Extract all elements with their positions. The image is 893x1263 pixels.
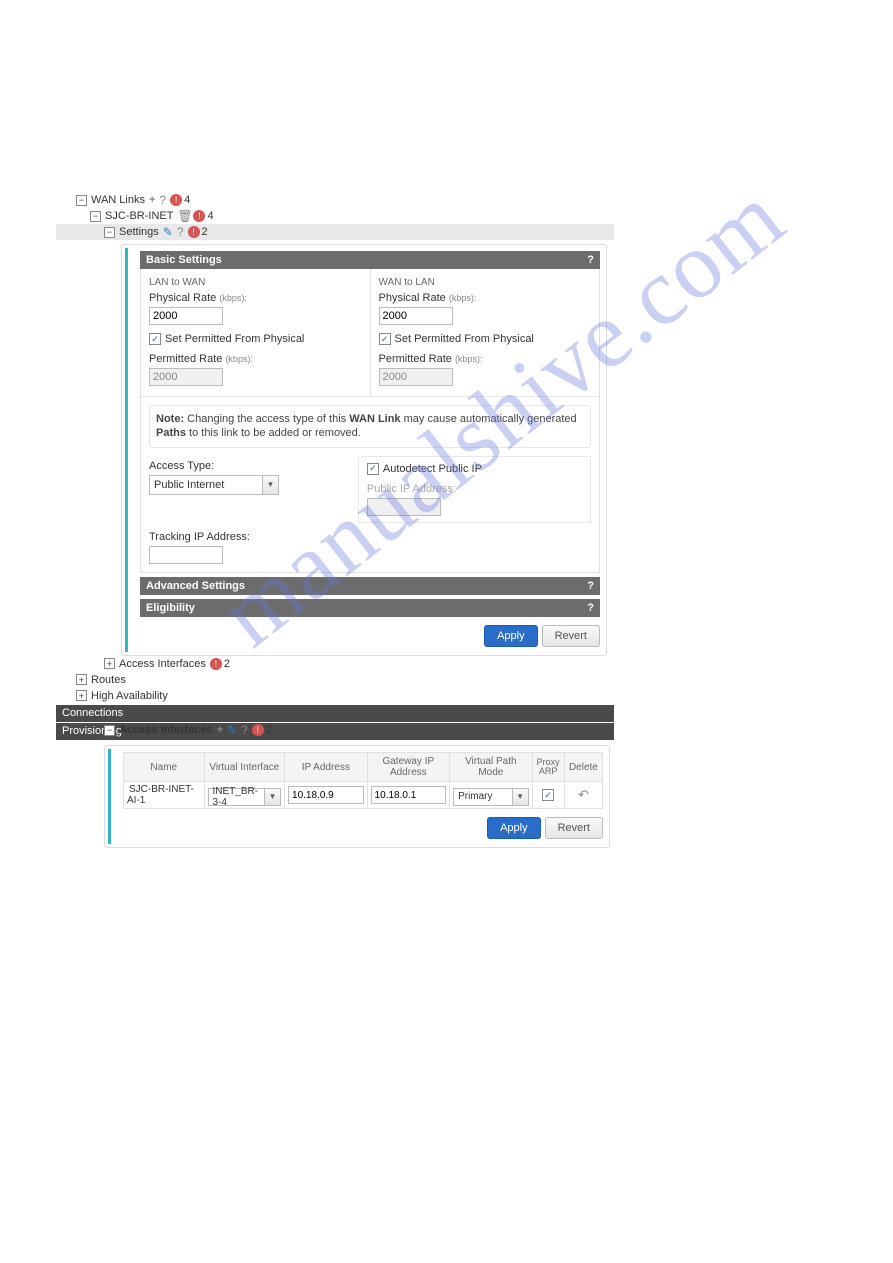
ha-label[interactable]: High Availability xyxy=(91,690,168,702)
ai-apply-button[interactable]: Apply xyxy=(487,817,541,839)
chevron-down-icon[interactable]: ▾ xyxy=(264,789,280,805)
wan-links-toggle[interactable]: − xyxy=(76,195,87,206)
help-icon[interactable]: ? xyxy=(587,254,594,266)
autodetect-public-ip-label: Autodetect Public IP xyxy=(383,463,482,475)
basic-settings-header[interactable]: Basic Settings ? xyxy=(140,251,600,269)
delete-icon[interactable]: 🗑 xyxy=(177,209,189,223)
error-badge-icon: ! xyxy=(188,226,200,238)
col-name: Name xyxy=(124,753,205,782)
error-count: 2 xyxy=(266,724,272,736)
row-vint-value: INET_BR-3-4 xyxy=(209,786,265,808)
access-interfaces-toggle[interactable]: + xyxy=(104,658,115,669)
col-vpm: Virtual Path Mode xyxy=(450,753,533,782)
row-name: SJC-BR-INET-AI-1 xyxy=(127,784,194,806)
public-ip-input xyxy=(367,498,441,516)
table-row: SJC-BR-INET-AI-1 INET_BR-3-4 ▾ Primary ▾ xyxy=(124,782,603,809)
col-proxy: Proxy ARP xyxy=(532,753,564,782)
access-interfaces-label[interactable]: Access Interfaces xyxy=(119,658,206,670)
sjc-label[interactable]: SJC-BR-INET xyxy=(105,210,173,222)
help-icon[interactable]: ? xyxy=(241,723,248,737)
col-delete: Delete xyxy=(564,753,602,782)
tracking-ip-input[interactable] xyxy=(149,546,223,564)
access-type-label: Access Type: xyxy=(149,460,348,472)
row-vint-select[interactable]: INET_BR-3-4 ▾ xyxy=(208,788,282,806)
undo-icon[interactable]: ↶ xyxy=(568,787,599,803)
routes-label[interactable]: Routes xyxy=(91,674,126,686)
error-count: 4 xyxy=(184,194,190,206)
w2l-physical-rate-input[interactable] xyxy=(379,307,453,325)
error-badge-icon: ! xyxy=(252,724,264,736)
connections-bar[interactable]: Connections xyxy=(56,705,614,722)
row-ip-input[interactable] xyxy=(288,786,364,804)
error-badge-icon: ! xyxy=(210,658,222,670)
access-type-select[interactable]: Public Internet ▾ xyxy=(149,475,279,495)
ai-toggle[interactable]: − xyxy=(104,725,115,736)
row-gw-input[interactable] xyxy=(371,786,447,804)
l2w-set-permitted-checkbox[interactable]: ✓ xyxy=(149,333,161,345)
l2w-permitted-rate-input xyxy=(149,368,223,386)
permitted-rate-label: Permitted Rate (kbps): xyxy=(379,353,592,365)
row-vpm-select[interactable]: Primary ▾ xyxy=(453,788,529,806)
row-proxy-checkbox[interactable]: ✓ xyxy=(542,789,554,801)
ai-header-label[interactable]: Access Interfaces xyxy=(119,724,213,736)
wan-links-label[interactable]: WAN Links xyxy=(91,194,145,206)
sjc-toggle[interactable]: − xyxy=(90,211,101,222)
basic-settings-title: Basic Settings xyxy=(146,254,222,266)
chevron-down-icon[interactable]: ▾ xyxy=(512,789,528,805)
settings-panel: Basic Settings ? LAN to WAN Physical Rat… xyxy=(121,244,607,656)
advanced-settings-header[interactable]: Advanced Settings ? xyxy=(140,577,600,595)
error-count: 2 xyxy=(202,226,208,238)
public-ip-label: Public IP Address: xyxy=(367,483,582,495)
l2w-set-permitted-label: Set Permitted From Physical xyxy=(165,333,304,345)
help-icon[interactable]: ? xyxy=(159,193,166,207)
col-vint: Virtual Interface xyxy=(204,753,285,782)
pencil-icon[interactable]: ✎ xyxy=(227,723,237,737)
physical-rate-label: Physical Rate (kbps): xyxy=(149,292,362,304)
row-vpm-value: Primary xyxy=(454,791,512,802)
ai-revert-button[interactable]: Revert xyxy=(545,817,603,839)
pencil-icon[interactable]: ✎ xyxy=(163,225,173,239)
wan-to-lan-title: WAN to LAN xyxy=(379,277,592,288)
ai-panel: Name Virtual Interface IP Address Gatewa… xyxy=(104,745,610,848)
eligibility-title: Eligibility xyxy=(146,602,195,614)
add-wan-link-icon[interactable]: + xyxy=(149,194,155,206)
access-type-note: Note: Changing the access type of this W… xyxy=(149,405,591,448)
help-icon[interactable]: ? xyxy=(587,580,594,592)
error-count: 2 xyxy=(224,658,230,670)
advanced-settings-title: Advanced Settings xyxy=(146,580,245,592)
w2l-set-permitted-checkbox[interactable]: ✓ xyxy=(379,333,391,345)
ai-table: Name Virtual Interface IP Address Gatewa… xyxy=(123,752,603,809)
revert-button[interactable]: Revert xyxy=(542,625,600,647)
physical-rate-label: Physical Rate (kbps): xyxy=(379,292,592,304)
eligibility-header[interactable]: Eligibility ? xyxy=(140,599,600,617)
error-badge-icon: ! xyxy=(193,210,205,222)
autodetect-public-ip-checkbox[interactable]: ✓ xyxy=(367,463,379,475)
help-icon[interactable]: ? xyxy=(177,225,184,239)
w2l-permitted-rate-input xyxy=(379,368,453,386)
chevron-down-icon[interactable]: ▾ xyxy=(262,476,278,494)
col-ip: IP Address xyxy=(285,753,368,782)
access-type-value: Public Internet xyxy=(150,479,262,491)
error-count: 4 xyxy=(207,210,213,222)
help-icon[interactable]: ? xyxy=(587,602,594,614)
settings-label[interactable]: Settings xyxy=(119,226,159,238)
ha-toggle[interactable]: + xyxy=(76,690,87,701)
apply-button[interactable]: Apply xyxy=(484,625,538,647)
col-gw: Gateway IP Address xyxy=(367,753,450,782)
error-badge-icon: ! xyxy=(170,194,182,206)
add-ai-icon[interactable]: + xyxy=(217,724,223,736)
routes-toggle[interactable]: + xyxy=(76,674,87,685)
tracking-ip-label: Tracking IP Address: xyxy=(149,531,591,543)
l2w-physical-rate-input[interactable] xyxy=(149,307,223,325)
permitted-rate-label: Permitted Rate (kbps): xyxy=(149,353,362,365)
settings-toggle[interactable]: − xyxy=(104,227,115,238)
lan-to-wan-title: LAN to WAN xyxy=(149,277,362,288)
w2l-set-permitted-label: Set Permitted From Physical xyxy=(395,333,534,345)
